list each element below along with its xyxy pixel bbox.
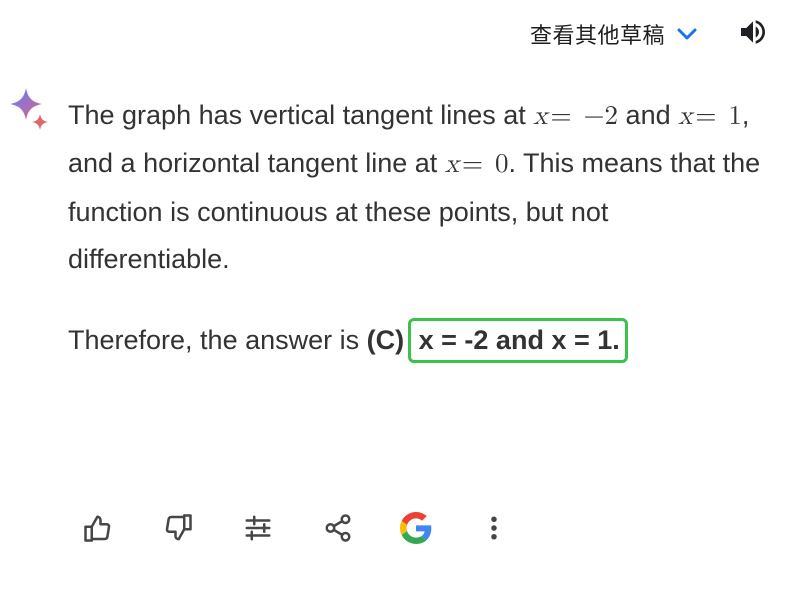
speaker-icon (737, 16, 769, 52)
response-card: 查看其他草稿 (0, 0, 801, 596)
answer-row: The graph has vertical tangent lines at … (20, 92, 781, 364)
share-button[interactable] (320, 512, 356, 548)
read-aloud-button[interactable] (733, 14, 773, 54)
math-expr: x= 0 (445, 151, 509, 178)
math-expr: x= −2 (533, 103, 618, 130)
thumbs-down-icon (163, 513, 193, 547)
math-expr: x= 1 (678, 103, 742, 130)
highlighted-answer: x = -2 and x = 1. (408, 318, 628, 363)
tune-icon (243, 513, 273, 547)
more-vert-icon (479, 513, 509, 547)
bard-sparkle-icon (10, 88, 50, 138)
answer-choice-label: (C) (367, 325, 404, 355)
more-button[interactable] (476, 512, 512, 548)
answer-paragraph: The graph has vertical tangent lines at … (68, 92, 777, 283)
answer-text: The graph has vertical tangent lines at … (68, 92, 781, 364)
thumbs-up-button[interactable] (80, 512, 116, 548)
share-icon (323, 513, 353, 547)
google-search-button[interactable] (400, 512, 432, 548)
top-bar: 查看其他草稿 (20, 14, 781, 54)
action-bar (80, 512, 512, 548)
view-drafts-button[interactable]: 查看其他草稿 (530, 18, 699, 50)
thumbs-up-icon (83, 513, 113, 547)
thumbs-down-button[interactable] (160, 512, 196, 548)
google-logo-icon (400, 512, 432, 548)
modify-button[interactable] (240, 512, 276, 548)
chevron-down-icon (675, 22, 699, 46)
answer-conclusion: Therefore, the answer is (C) x = -2 and … (68, 317, 777, 364)
view-drafts-label: 查看其他草稿 (530, 18, 665, 50)
